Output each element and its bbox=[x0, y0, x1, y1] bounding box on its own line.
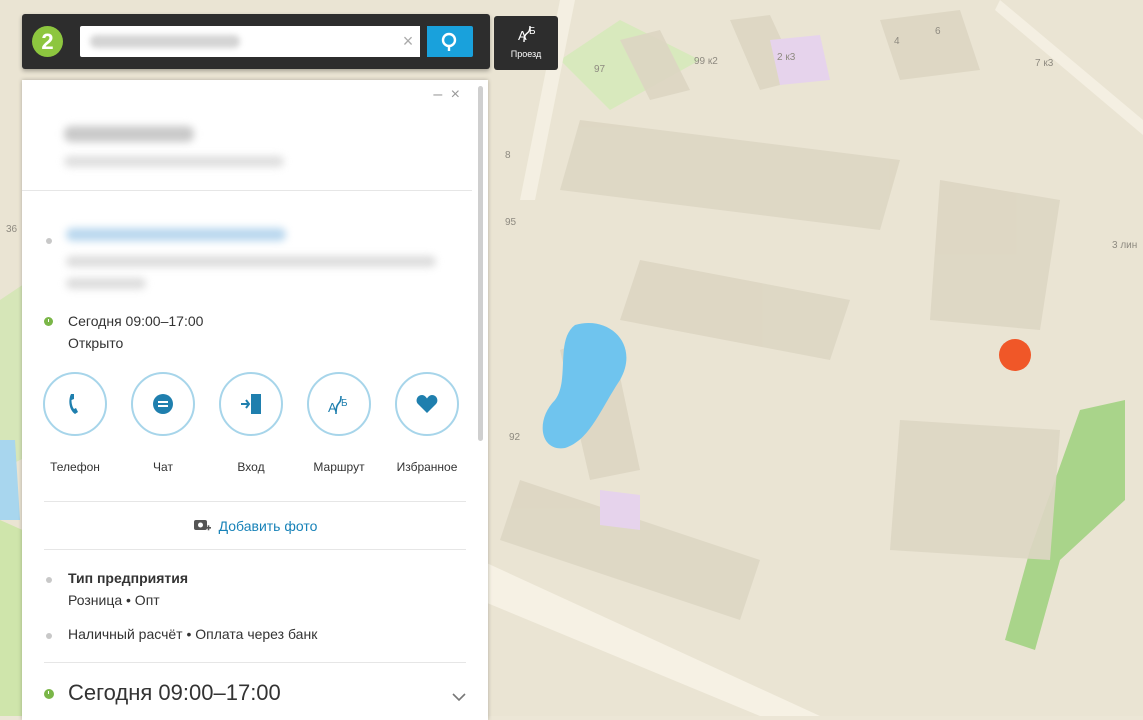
house-label: 36 bbox=[6, 224, 18, 235]
house-label: 3 лин bbox=[1112, 240, 1137, 251]
house-label: 95 bbox=[505, 217, 517, 228]
address-bullet bbox=[46, 238, 52, 244]
route-icon: А Б bbox=[328, 395, 348, 415]
chat-label: Чат bbox=[153, 460, 173, 474]
search-icon bbox=[441, 32, 457, 51]
payment-methods: Наличный расчёт • Оплата через банк bbox=[68, 626, 318, 642]
svg-text:Б: Б bbox=[341, 398, 348, 409]
entrance-button[interactable]: Вход bbox=[216, 372, 286, 474]
chevron-down-icon[interactable] bbox=[452, 692, 466, 702]
clock-icon bbox=[44, 689, 54, 699]
house-label: 99 к2 bbox=[694, 56, 718, 67]
bullet bbox=[46, 633, 52, 639]
address-detail-redacted bbox=[66, 256, 436, 267]
bullet bbox=[46, 577, 52, 583]
chat-button[interactable]: Чат bbox=[128, 372, 198, 474]
place-category-redacted bbox=[64, 156, 284, 167]
divider bbox=[44, 662, 466, 663]
divider bbox=[44, 501, 466, 502]
phone-icon bbox=[69, 394, 78, 414]
house-label: 2 к3 bbox=[777, 52, 796, 63]
search-bar: 2 × bbox=[22, 14, 490, 69]
house-label: 8 bbox=[505, 150, 511, 161]
house-label: 97 bbox=[594, 64, 606, 75]
open-status: Открыто bbox=[68, 335, 124, 351]
place-name-redacted bbox=[64, 126, 194, 142]
house-label: 6 bbox=[935, 26, 941, 37]
entrance-label: Вход bbox=[237, 460, 265, 474]
business-type-title: Тип предприятия bbox=[68, 570, 189, 586]
search-button[interactable] bbox=[427, 26, 473, 57]
schedule-today-large: Сегодня 09:00–17:00 bbox=[68, 680, 281, 705]
entrance-icon bbox=[241, 394, 261, 414]
place-card: – × Сегодня 09:00–17:00 Открыто Телефон bbox=[22, 80, 488, 720]
divider bbox=[22, 190, 472, 191]
clock-icon bbox=[44, 317, 53, 326]
chat-icon bbox=[153, 394, 173, 414]
search-input[interactable] bbox=[80, 26, 420, 57]
action-bar: Телефон Чат Вход А Б Маршрут Избранное bbox=[43, 372, 484, 474]
add-photo-label: Добавить фото bbox=[218, 518, 318, 534]
route-button[interactable]: А Б Маршрут bbox=[304, 372, 374, 474]
phone-button[interactable]: Телефон bbox=[40, 372, 110, 474]
close-icon[interactable]: × bbox=[394, 26, 422, 57]
house-label: 7 к3 bbox=[1035, 58, 1054, 69]
address-link-redacted[interactable] bbox=[66, 228, 286, 241]
route-icon: А Б bbox=[518, 25, 536, 43]
divider bbox=[44, 549, 466, 550]
favorite-label: Избранное bbox=[396, 460, 458, 474]
house-label: 92 bbox=[509, 432, 521, 443]
add-photo-link[interactable]: Добавить фото bbox=[22, 517, 488, 534]
favorite-button[interactable]: Избранное bbox=[392, 372, 462, 474]
address-city-redacted bbox=[66, 278, 146, 289]
phone-label: Телефон bbox=[50, 460, 100, 474]
camera-plus-icon bbox=[193, 520, 211, 531]
directions-label: Проезд bbox=[510, 49, 542, 59]
panel-window-controls[interactable]: – × bbox=[433, 86, 462, 104]
search-query-redacted bbox=[90, 35, 240, 48]
directions-button[interactable]: А Б Проезд bbox=[494, 16, 558, 70]
app-logo[interactable]: 2 bbox=[32, 26, 63, 57]
route-label: Маршрут bbox=[313, 460, 365, 474]
schedule-today: Сегодня 09:00–17:00 bbox=[68, 313, 204, 329]
heart-icon bbox=[416, 395, 438, 413]
business-type-value: Розница • Опт bbox=[68, 592, 160, 608]
house-label: 4 bbox=[894, 36, 900, 47]
